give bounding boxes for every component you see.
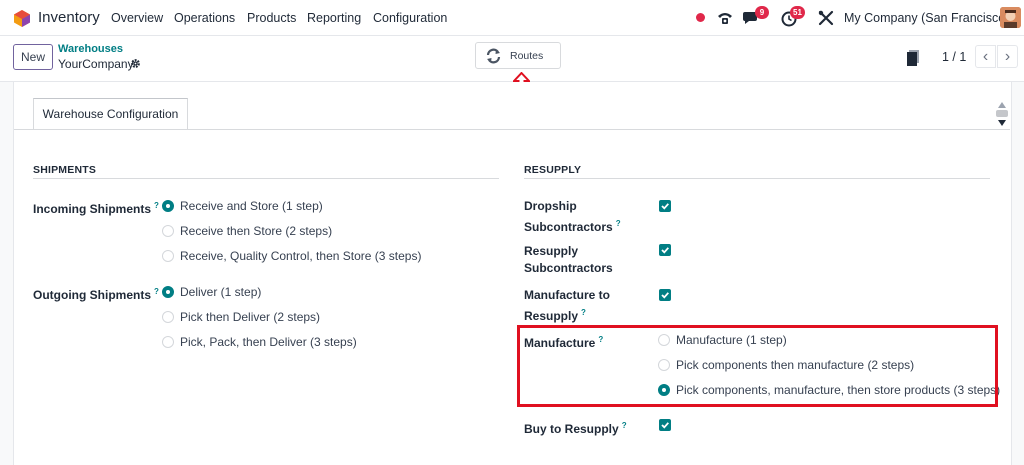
- radio-manufacture-3-steps[interactable]: [658, 384, 670, 396]
- debug-tools-icon[interactable]: [818, 10, 834, 26]
- tab-divider: [14, 129, 1010, 130]
- menu-operations[interactable]: Operations: [174, 11, 235, 25]
- dropship-line1: Dropship: [524, 199, 577, 213]
- scroll-down-icon[interactable]: [997, 119, 1007, 127]
- user-avatar[interactable]: [1000, 7, 1021, 28]
- resupply-subcontractors-label: Resupply Subcontractors: [524, 243, 613, 277]
- company-switcher[interactable]: My Company (San Francisco): [844, 11, 1009, 25]
- resupply-sub-line2: Subcontractors: [524, 261, 613, 275]
- scrollbar-thumb[interactable]: [996, 110, 1008, 117]
- radio-outgoing-3-steps[interactable]: [162, 336, 174, 348]
- menu-products[interactable]: Products: [247, 11, 296, 25]
- option-manufacture-2-steps[interactable]: Pick components then manufacture (2 step…: [676, 358, 914, 372]
- checkbox-dropship-subcontractors[interactable]: [659, 200, 671, 212]
- help-icon[interactable]: ?: [154, 287, 159, 296]
- help-icon[interactable]: ?: [598, 335, 603, 344]
- tab-warehouse-configuration[interactable]: Warehouse Configuration: [33, 98, 188, 130]
- activity-badge: 51: [790, 6, 805, 19]
- option-incoming-3-steps[interactable]: Receive, Quality Control, then Store (3 …: [180, 249, 421, 263]
- option-outgoing-3-steps[interactable]: Pick, Pack, then Deliver (3 steps): [180, 335, 357, 349]
- gear-icon[interactable]: [130, 58, 141, 69]
- refresh-icon: [486, 48, 501, 64]
- option-outgoing-1-step[interactable]: Deliver (1 step): [180, 285, 261, 299]
- document-icon[interactable]: [907, 50, 919, 66]
- chat-badge: 9: [755, 6, 769, 19]
- inventory-app-icon[interactable]: [14, 10, 30, 27]
- buy-to-resupply-label: Buy to Resupply?: [524, 417, 627, 438]
- radio-manufacture-2-steps[interactable]: [658, 359, 670, 371]
- scroll-up-icon[interactable]: [997, 101, 1007, 109]
- checkbox-manufacture-to-resupply[interactable]: [659, 289, 671, 301]
- pager-next-button[interactable]: ›: [997, 45, 1018, 68]
- checkbox-resupply-subcontractors[interactable]: [659, 244, 671, 256]
- option-manufacture-1-step[interactable]: Manufacture (1 step): [676, 333, 787, 347]
- pager-value[interactable]: 1 / 1: [942, 50, 966, 64]
- routes-label: Routes: [510, 50, 544, 62]
- chevron-right-icon: ›: [1004, 48, 1011, 65]
- section-title-resupply: RESUPPLY: [524, 164, 582, 176]
- radio-incoming-1-step[interactable]: [162, 200, 174, 212]
- help-icon[interactable]: ?: [154, 201, 159, 210]
- incoming-shipments-text: Incoming Shipments: [33, 202, 152, 216]
- help-icon[interactable]: ?: [622, 421, 627, 430]
- radio-incoming-2-steps[interactable]: [162, 225, 174, 237]
- manufacture-text: Manufacture: [524, 336, 596, 350]
- top-navbar: Inventory Overview Operations Products R…: [0, 0, 1024, 36]
- outgoing-shipments-text: Outgoing Shipments: [33, 288, 151, 302]
- radio-outgoing-2-steps[interactable]: [162, 311, 174, 323]
- control-panel: New Warehouses YourCompany Routes 1 / 1 …: [0, 36, 1024, 82]
- routes-button[interactable]: Routes: [475, 42, 561, 69]
- radio-manufacture-1-step[interactable]: [658, 334, 670, 346]
- option-incoming-2-steps[interactable]: Receive then Store (2 steps): [180, 224, 332, 238]
- manufacture-label: Manufacture?: [524, 331, 603, 352]
- check-icon: [661, 247, 669, 254]
- resupply-sub-line1: Resupply: [524, 244, 579, 258]
- avatar-face-icon: [1000, 7, 1021, 28]
- option-manufacture-3-steps[interactable]: Pick components, manufacture, then store…: [676, 383, 1000, 397]
- checkbox-buy-to-resupply[interactable]: [659, 419, 671, 431]
- new-button[interactable]: New: [13, 44, 53, 70]
- option-incoming-1-step[interactable]: Receive and Store (1 step): [180, 199, 323, 213]
- section-divider: [524, 178, 990, 179]
- option-outgoing-2-steps[interactable]: Pick then Deliver (2 steps): [180, 310, 320, 324]
- mtr-line2: Resupply: [524, 309, 579, 323]
- help-icon[interactable]: ?: [616, 219, 621, 228]
- dropship-subcontractors-label: Dropship Subcontractors?: [524, 198, 621, 236]
- manufacture-to-resupply-label: Manufacture to Resupply?: [524, 287, 610, 325]
- help-icon[interactable]: ?: [581, 308, 586, 317]
- radio-incoming-3-steps[interactable]: [162, 250, 174, 262]
- app-name[interactable]: Inventory: [38, 9, 100, 26]
- recording-indicator-icon[interactable]: [696, 13, 705, 22]
- phone-icon[interactable]: [717, 10, 733, 26]
- buy-text: Buy to Resupply: [524, 422, 619, 436]
- menu-reporting[interactable]: Reporting: [307, 11, 361, 25]
- check-icon: [661, 422, 669, 429]
- section-title-shipments: SHIPMENTS: [33, 164, 97, 176]
- dropship-line2: Subcontractors: [524, 220, 613, 234]
- check-icon: [661, 203, 669, 210]
- breadcrumb-current: YourCompany: [58, 57, 134, 71]
- breadcrumb-warehouses[interactable]: Warehouses: [58, 43, 123, 55]
- mtr-line1: Manufacture to: [524, 288, 611, 302]
- check-icon: [661, 292, 669, 299]
- pager-previous-button[interactable]: ‹: [975, 45, 996, 68]
- incoming-shipments-label: Incoming Shipments?: [33, 197, 159, 218]
- section-divider: [33, 178, 499, 179]
- chevron-left-icon: ‹: [982, 48, 989, 65]
- outgoing-shipments-label: Outgoing Shipments?: [33, 283, 159, 304]
- radio-outgoing-1-step[interactable]: [162, 286, 174, 298]
- menu-overview[interactable]: Overview: [111, 11, 163, 25]
- menu-configuration[interactable]: Configuration: [373, 11, 447, 25]
- form-sheet: [13, 82, 1012, 465]
